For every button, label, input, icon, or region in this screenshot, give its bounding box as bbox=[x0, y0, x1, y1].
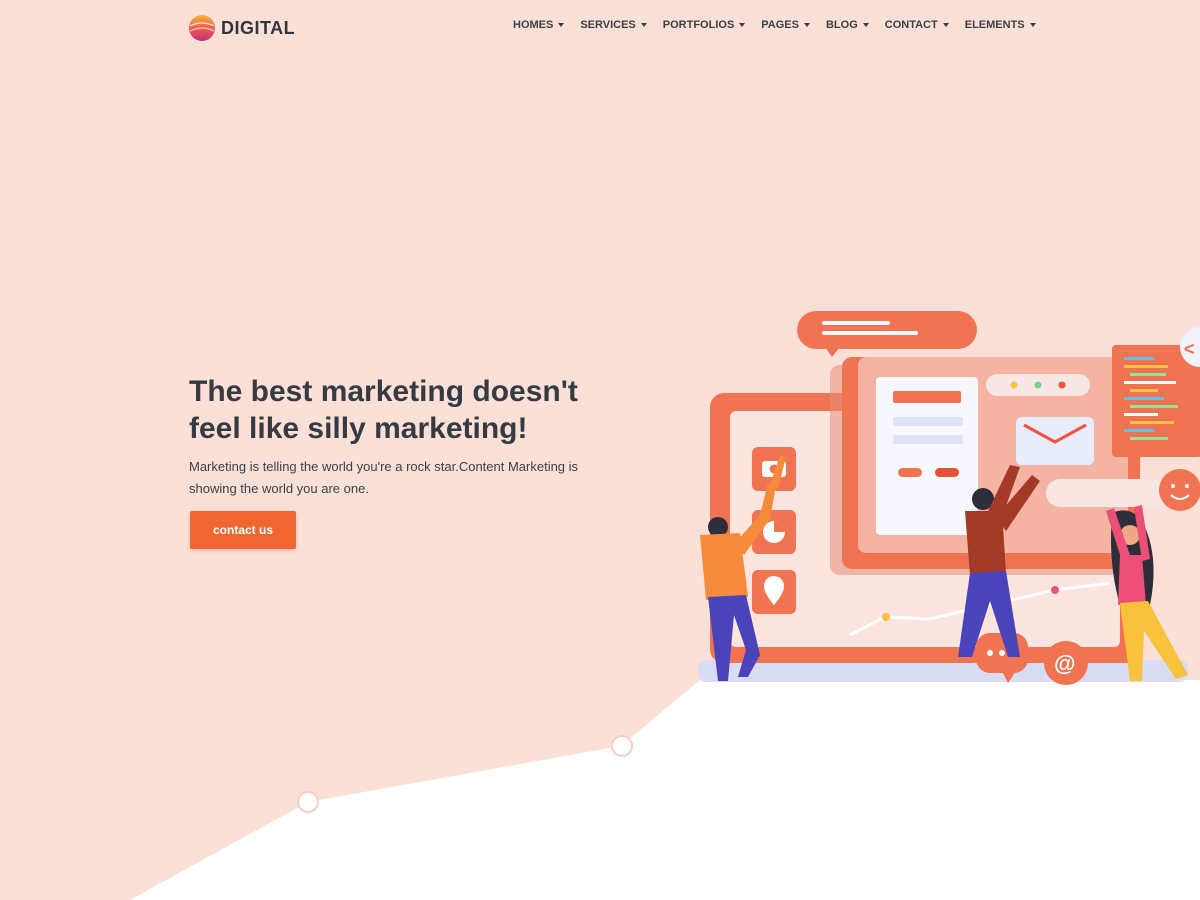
nav-label: BLOG bbox=[825, 19, 858, 31]
code-line bbox=[1130, 437, 1168, 440]
nav-label: PORTFOLIOS bbox=[662, 19, 735, 31]
nav-item-portfolios[interactable]: PORTFOLIOS bbox=[663, 19, 746, 31]
message-dot bbox=[999, 650, 1005, 656]
code-symbol: < bbox=[1184, 339, 1195, 359]
logo[interactable]: DIGITAL bbox=[188, 14, 295, 42]
chevron-down-icon bbox=[739, 23, 746, 27]
brand-name: DIGITAL bbox=[221, 17, 296, 38]
code-line bbox=[1124, 413, 1158, 416]
nav-label: SERVICES bbox=[580, 19, 636, 31]
wave-dot-left bbox=[297, 791, 319, 813]
logo-icon bbox=[189, 15, 215, 41]
dot-green bbox=[1034, 381, 1042, 389]
code-line bbox=[1130, 389, 1158, 392]
message-dot bbox=[987, 650, 993, 656]
smiley-eye bbox=[1185, 484, 1189, 488]
chevron-down-icon bbox=[942, 23, 949, 27]
code-line bbox=[1124, 429, 1154, 432]
chevron-down-icon bbox=[803, 23, 810, 27]
code-line bbox=[1124, 397, 1164, 400]
hero-title: The best marketing doesn't feel like sil… bbox=[189, 375, 578, 445]
chevron-down-icon bbox=[1029, 23, 1036, 27]
white-wave-shape bbox=[130, 680, 1200, 900]
code-line bbox=[1124, 357, 1154, 360]
nav-item-homes[interactable]: HOMES bbox=[513, 19, 565, 31]
code-line bbox=[1130, 421, 1174, 424]
code-line bbox=[1124, 381, 1176, 384]
code-line bbox=[1130, 405, 1178, 408]
nav-label: ELEMENTS bbox=[964, 19, 1025, 31]
nav-item-services[interactable]: SERVICES bbox=[580, 19, 647, 31]
form-button bbox=[898, 468, 922, 477]
form-header-bar bbox=[893, 391, 961, 403]
chat-bubble-icon bbox=[797, 311, 977, 349]
chat-line bbox=[822, 331, 918, 335]
marketing-illustration: < @ bbox=[698, 311, 1200, 685]
nav-item-elements[interactable]: ELEMENTS bbox=[965, 19, 1036, 31]
contact-us-button[interactable]: contact us bbox=[190, 511, 296, 549]
site-header: DIGITAL HOMES SERVICES PORTFOLIOS PAGES … bbox=[0, 0, 1200, 56]
laptop-base bbox=[698, 660, 1188, 682]
trend-dot bbox=[882, 613, 890, 621]
nav-label: PAGES bbox=[761, 19, 799, 31]
chat-line bbox=[822, 321, 890, 325]
wave-dot-right bbox=[611, 735, 633, 757]
form-button bbox=[935, 468, 959, 477]
nav-item-pages[interactable]: PAGES bbox=[761, 19, 810, 31]
smiley-eye bbox=[1171, 484, 1175, 488]
trend-dot bbox=[1051, 586, 1059, 594]
code-line bbox=[1124, 365, 1168, 368]
nav-item-blog[interactable]: BLOG bbox=[826, 19, 869, 31]
chevron-down-icon bbox=[640, 23, 647, 27]
form-line bbox=[893, 417, 963, 426]
dot-yellow bbox=[1010, 381, 1018, 389]
code-line bbox=[1130, 373, 1166, 376]
hero-description: Marketing is telling the world you're a … bbox=[189, 459, 579, 496]
dot-red bbox=[1058, 381, 1066, 389]
chevron-down-icon bbox=[862, 23, 869, 27]
smiley-icon bbox=[1159, 469, 1200, 511]
form-line bbox=[893, 435, 963, 444]
at-symbol: @ bbox=[1054, 651, 1075, 676]
main-nav: HOMES SERVICES PORTFOLIOS PAGES BLOG CON… bbox=[513, 19, 1036, 31]
nav-label: HOMES bbox=[513, 19, 554, 31]
nav-item-contact[interactable]: CONTACT bbox=[885, 19, 949, 31]
chevron-down-icon bbox=[558, 23, 565, 27]
nav-label: CONTACT bbox=[884, 19, 938, 31]
chat-bubble-tail bbox=[825, 347, 840, 357]
